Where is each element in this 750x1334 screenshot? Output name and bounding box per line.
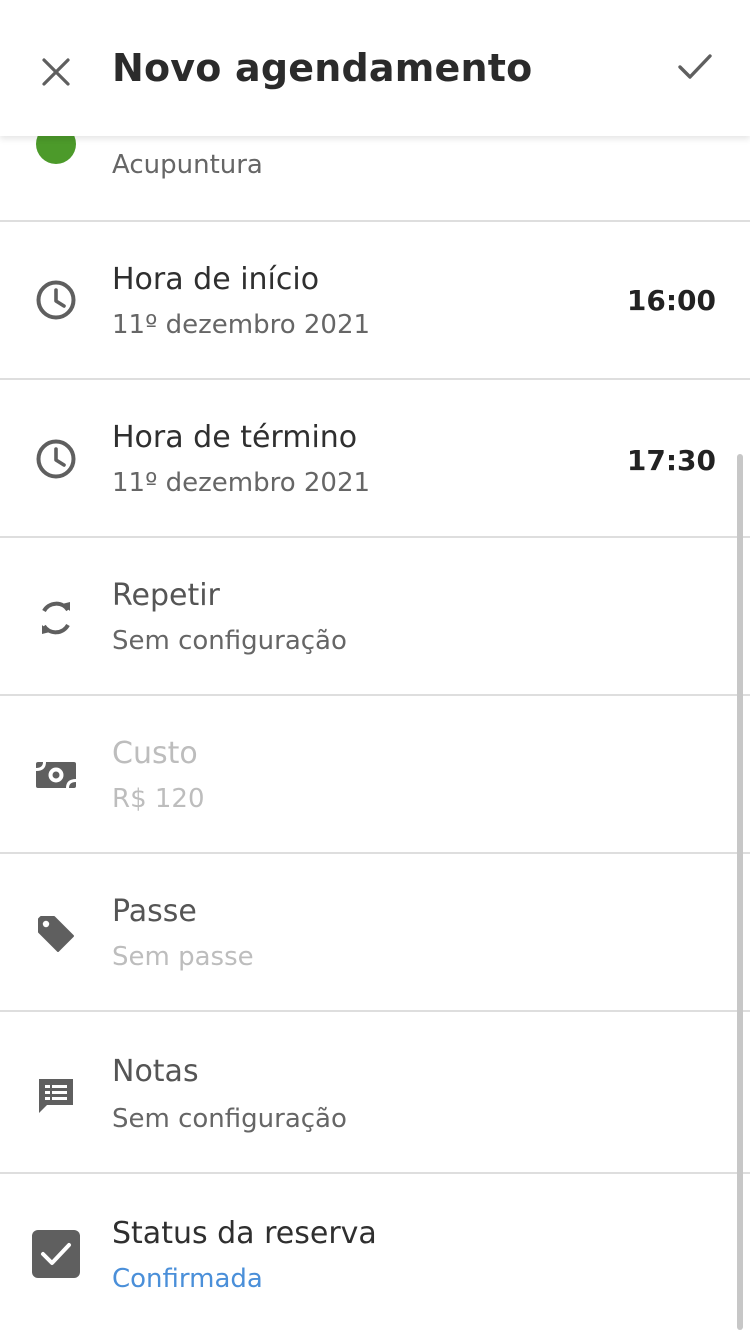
page-title: Novo agendamento <box>112 46 533 90</box>
pass-value: Sem passe <box>112 942 254 972</box>
check-icon <box>678 54 712 79</box>
end-time-row[interactable]: Hora de término 11º dezembro 2021 17:30 <box>0 380 750 538</box>
end-time-label: Hora de término <box>112 420 358 455</box>
close-icon <box>42 58 70 86</box>
start-time-row[interactable]: Hora de início 11º dezembro 2021 16:00 <box>0 222 750 380</box>
cost-label: Custo <box>112 736 198 771</box>
cost-value: R$ 120 <box>112 784 205 814</box>
notes-label: Notas <box>112 1054 199 1089</box>
end-date: 11º dezembro 2021 <box>112 468 371 498</box>
clock-icon <box>34 437 78 481</box>
app-header: Novo agendamento <box>0 0 750 136</box>
tag-icon <box>34 912 78 956</box>
repeat-icon <box>34 596 78 640</box>
notes-icon <box>34 1074 78 1118</box>
booking-status-value: Confirmada <box>112 1264 263 1294</box>
end-time-value: 17:30 <box>626 444 716 477</box>
clock-icon <box>34 278 78 322</box>
start-date: 11º dezembro 2021 <box>112 310 371 340</box>
booking-status-label: Status da reserva <box>112 1216 377 1251</box>
cost-row[interactable]: Custo R$ 120 <box>0 696 750 854</box>
save-button[interactable] <box>672 44 718 90</box>
repeat-row[interactable]: Repetir Sem configuração <box>0 538 750 696</box>
notes-row[interactable]: Notas Sem configuração <box>0 1012 750 1174</box>
pass-label: Passe <box>112 894 197 929</box>
booking-status-row[interactable]: Status da reserva Confirmada <box>0 1174 750 1334</box>
start-time-value: 16:00 <box>626 284 716 317</box>
money-icon <box>34 753 78 797</box>
repeat-value: Sem configuração <box>112 626 347 656</box>
close-button[interactable] <box>34 50 78 94</box>
pass-row[interactable]: Passe Sem passe <box>0 854 750 1012</box>
scrollbar[interactable] <box>737 454 743 1330</box>
new-appointment-screen: Novo agendamento Acupuntura Hora de iníc… <box>0 0 750 1334</box>
service-name: Acupuntura <box>112 150 263 180</box>
notes-value: Sem configuração <box>112 1104 347 1134</box>
repeat-label: Repetir <box>112 578 220 613</box>
start-time-label: Hora de início <box>112 262 320 297</box>
checkbox-icon[interactable] <box>32 1230 80 1278</box>
